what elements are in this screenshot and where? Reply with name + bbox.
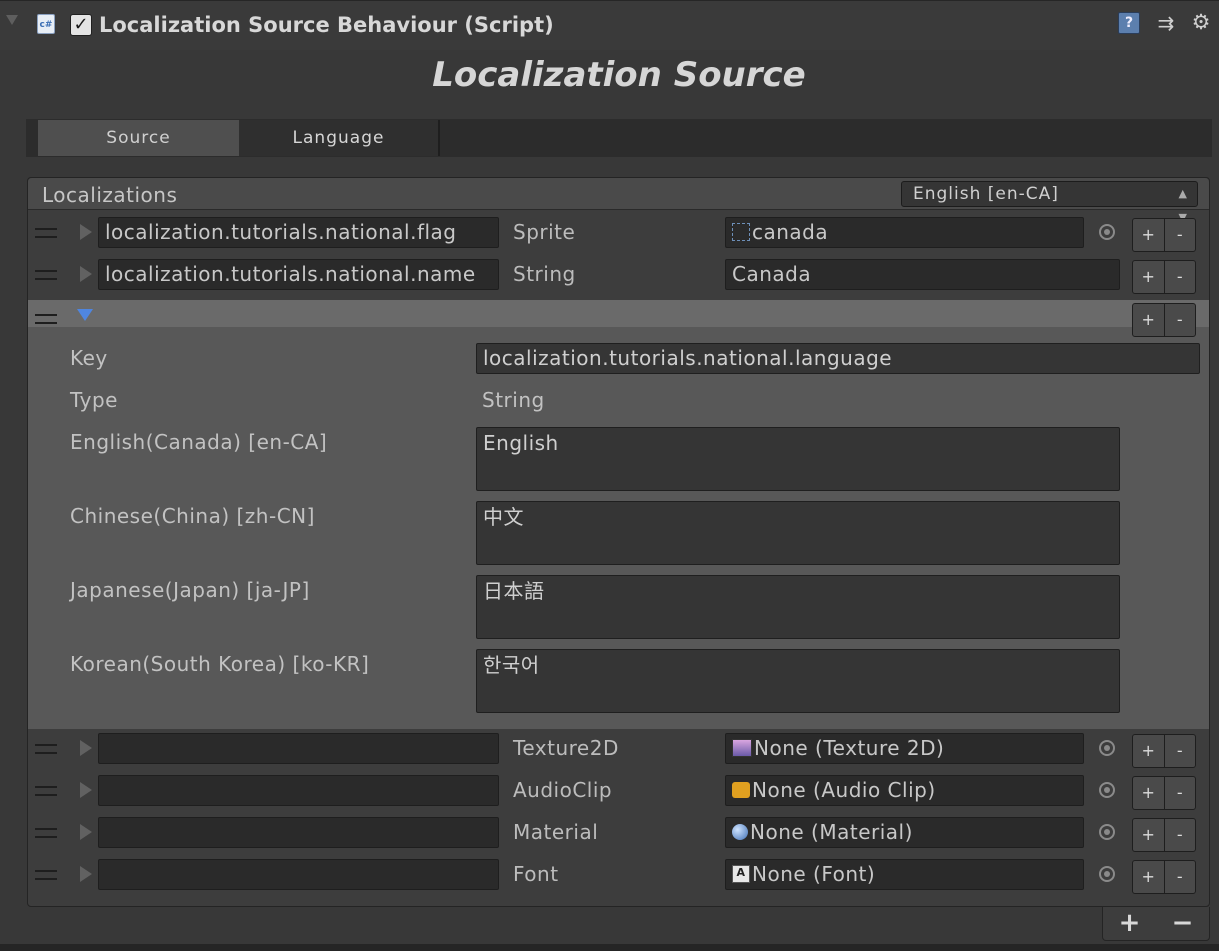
- key-field[interactable]: [98, 859, 499, 890]
- language-label-ko-kr: Korean(South Korea) [ko-KR]: [70, 652, 370, 676]
- language-label-en-ca: English(Canada) [en-CA]: [70, 430, 328, 454]
- remove-button[interactable]: -: [1165, 735, 1196, 767]
- remove-button[interactable]: -: [1165, 819, 1196, 851]
- add-remove-buttons: + -: [1132, 818, 1196, 852]
- language-value-en-ca[interactable]: English: [476, 427, 1120, 491]
- inspector-title: Localization Source: [432, 55, 806, 95]
- expand-arrow-icon[interactable]: [80, 266, 92, 282]
- drag-handle-icon[interactable]: [35, 228, 57, 238]
- remove-button[interactable]: -: [1165, 219, 1196, 251]
- key-field[interactable]: localization.tutorials.national.name: [98, 259, 499, 290]
- expand-arrow-icon[interactable]: [80, 782, 92, 798]
- remove-button[interactable]: -: [1165, 261, 1196, 293]
- add-button[interactable]: +: [1133, 861, 1165, 893]
- drag-handle-icon[interactable]: [35, 270, 57, 280]
- object-picker-icon[interactable]: [1099, 740, 1115, 756]
- key-label: Key: [70, 346, 108, 370]
- add-button[interactable]: +: [1133, 219, 1165, 251]
- language-label-ja-jp: Japanese(Japan) [ja-JP]: [70, 578, 310, 602]
- type-label: String: [513, 262, 576, 286]
- key-field[interactable]: [98, 817, 499, 848]
- divider: [0, 944, 1219, 951]
- expand-arrow-icon[interactable]: [80, 224, 92, 240]
- drag-handle-icon[interactable]: [35, 786, 57, 796]
- add-remove-buttons: + -: [1132, 776, 1196, 810]
- language-select[interactable]: English [en-CA] ▲▼: [901, 181, 1198, 224]
- type-value: String: [482, 388, 545, 412]
- language-value-ja-jp[interactable]: 日本語: [476, 575, 1120, 639]
- preset-icon[interactable]: ⇉: [1153, 10, 1179, 36]
- object-picker-icon[interactable]: [1099, 866, 1115, 882]
- expand-arrow-icon[interactable]: [80, 866, 92, 882]
- drag-handle-icon[interactable]: [35, 828, 57, 838]
- collapse-arrow-icon[interactable]: [77, 309, 93, 321]
- remove-button[interactable]: -: [1165, 861, 1196, 893]
- value-field[interactable]: None (Material): [725, 817, 1084, 848]
- value-field[interactable]: None (Texture 2D): [725, 733, 1084, 764]
- key-field[interactable]: [98, 775, 499, 806]
- type-label: Texture2D: [513, 736, 619, 760]
- drag-handle-icon[interactable]: [35, 870, 57, 880]
- remove-button[interactable]: -: [1165, 304, 1196, 336]
- sprite-icon: [732, 223, 750, 241]
- type-label: Font: [513, 862, 559, 886]
- component-enabled-checkbox[interactable]: ✓: [70, 14, 92, 36]
- add-button[interactable]: +: [1133, 304, 1165, 336]
- list-title: Localizations: [42, 183, 178, 207]
- object-picker-icon[interactable]: [1099, 224, 1115, 240]
- value-text: canada: [752, 220, 829, 244]
- add-remove-buttons: + -: [1132, 860, 1196, 894]
- expand-arrow-icon[interactable]: [80, 824, 92, 840]
- remove-button[interactable]: -: [1165, 777, 1196, 809]
- value-text: None (Font): [752, 862, 876, 886]
- value-field[interactable]: Canada: [725, 259, 1120, 290]
- value-field[interactable]: canada: [725, 217, 1084, 248]
- type-label: Sprite: [513, 220, 576, 244]
- list-add-button[interactable]: +: [1103, 907, 1156, 940]
- language-select-value: English [en-CA]: [913, 184, 1059, 204]
- key-field[interactable]: [98, 733, 499, 764]
- value-text: None (Material): [750, 820, 913, 844]
- key-input[interactable]: localization.tutorials.national.language: [476, 343, 1200, 374]
- texture-icon: [732, 739, 752, 757]
- object-picker-icon[interactable]: [1099, 782, 1115, 798]
- drag-handle-icon[interactable]: [35, 314, 57, 324]
- type-label: Material: [513, 820, 599, 844]
- font-icon: A: [732, 865, 750, 883]
- value-text: None (Texture 2D): [754, 736, 945, 760]
- component-title: Localization Source Behaviour (Script): [99, 13, 554, 37]
- foldout-arrow-icon[interactable]: [6, 15, 18, 25]
- key-field[interactable]: localization.tutorials.national.flag: [98, 217, 499, 248]
- expanded-row-header: [28, 300, 1209, 327]
- material-icon: [732, 824, 748, 840]
- add-remove-buttons: + -: [1132, 734, 1196, 768]
- list-remove-button[interactable]: −: [1156, 907, 1209, 940]
- add-remove-buttons: + -: [1132, 218, 1196, 252]
- value-field[interactable]: None (Audio Clip): [725, 775, 1084, 806]
- add-button[interactable]: +: [1133, 261, 1165, 293]
- add-remove-buttons: + -: [1132, 260, 1196, 294]
- drag-handle-icon[interactable]: [35, 744, 57, 754]
- add-remove-buttons: + -: [1132, 303, 1196, 337]
- add-button[interactable]: +: [1133, 777, 1165, 809]
- audio-clip-icon: [732, 782, 750, 798]
- type-label: Type: [70, 388, 118, 412]
- object-picker-icon[interactable]: [1099, 824, 1115, 840]
- language-value-zh-cn[interactable]: 中文: [476, 501, 1120, 565]
- expand-arrow-icon[interactable]: [80, 740, 92, 756]
- language-value-ko-kr[interactable]: 한국어: [476, 649, 1120, 713]
- gear-icon[interactable]: ⚙: [1186, 8, 1216, 36]
- csharp-script-icon: c#: [37, 14, 55, 34]
- list-footer-buttons: + −: [1102, 907, 1210, 941]
- value-text: None (Audio Clip): [752, 778, 936, 802]
- tab-source[interactable]: Source: [38, 120, 239, 156]
- help-icon[interactable]: ?: [1118, 12, 1140, 34]
- value-field[interactable]: A None (Font): [725, 859, 1084, 890]
- type-label: AudioClip: [513, 778, 613, 802]
- language-label-zh-cn: Chinese(China) [zh-CN]: [70, 504, 315, 528]
- add-button[interactable]: +: [1133, 819, 1165, 851]
- add-button[interactable]: +: [1133, 735, 1165, 767]
- tab-language[interactable]: Language: [239, 120, 440, 156]
